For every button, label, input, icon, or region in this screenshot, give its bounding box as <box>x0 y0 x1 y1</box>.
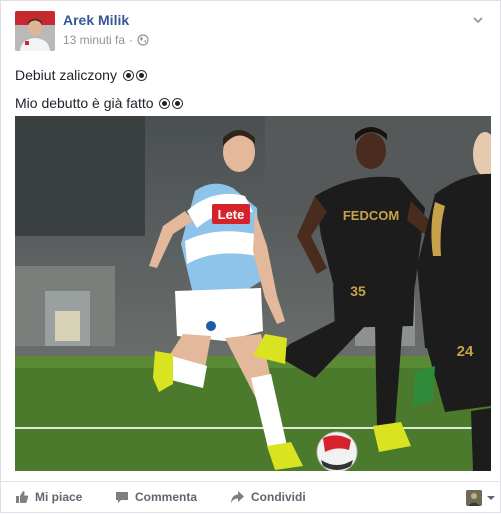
chevron-down-icon[interactable] <box>471 13 485 27</box>
post-photo[interactable]: Lete FEDCOM 35 24 <box>15 116 491 471</box>
comment-button[interactable]: Commenta <box>115 490 197 504</box>
post-meta: 13 minuti fa · <box>63 33 149 47</box>
post-header: Arek Milik 13 minuti fa · <box>15 11 485 53</box>
meta-separator: · <box>129 33 134 47</box>
profile-avatar[interactable] <box>15 11 55 51</box>
player-number-center: 35 <box>350 283 366 299</box>
post-timestamp[interactable]: 13 minuti fa <box>63 33 125 47</box>
like-button[interactable]: Mi piace <box>15 490 82 504</box>
post-card: Arek Milik 13 minuti fa · Debiut zaliczo… <box>0 0 501 513</box>
soccer-ball-icon <box>172 98 184 109</box>
post-as-selector[interactable] <box>466 490 496 506</box>
sponsor-text-right: FEDCOM <box>343 208 399 223</box>
viewer-avatar <box>466 490 482 506</box>
author-name-link[interactable]: Arek Milik <box>63 12 129 28</box>
post-text-line-1: Debiut zaliczony <box>15 67 117 83</box>
comment-icon <box>116 492 128 503</box>
globe-icon[interactable] <box>137 34 149 46</box>
comment-label: Commenta <box>135 490 198 504</box>
post-text-line-2: Mio debutto è già fatto <box>15 95 154 111</box>
share-icon <box>231 491 244 503</box>
sponsor-text-left: Lete <box>218 207 245 222</box>
soccer-ball <box>316 431 358 471</box>
share-button[interactable]: Condividi <box>230 490 306 504</box>
post-text-line: Debiut zaliczony <box>15 63 183 87</box>
soccer-ball-icon <box>135 70 147 81</box>
thumbs-up-icon <box>16 491 29 503</box>
post-text-line: Mio debutto è già fatto <box>15 91 184 115</box>
post-text: Debiut zaliczony Mio debutto è già fatto <box>15 63 184 119</box>
like-label: Mi piace <box>35 490 83 504</box>
share-label: Condividi <box>251 490 306 504</box>
soccer-ball-icon <box>159 98 171 109</box>
action-bar: Mi piace Commenta Condividi <box>1 481 501 514</box>
player-number-right: 24 <box>457 343 474 360</box>
chevron-down-icon <box>487 496 495 500</box>
soccer-ball-icon <box>122 70 134 81</box>
